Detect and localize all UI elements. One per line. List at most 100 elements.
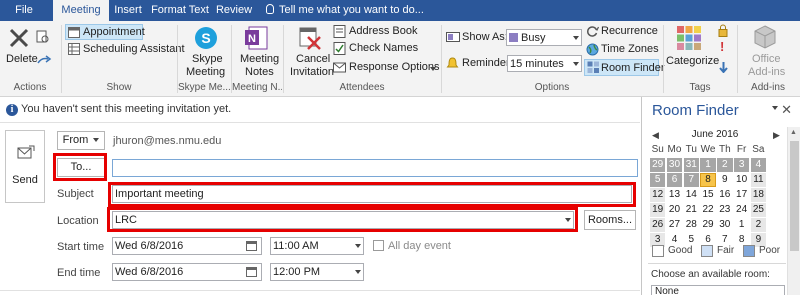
calendar-week: 19 20 21 22 23 24 25 [650,203,782,218]
calendar-day[interactable]: 2 [717,158,733,172]
calendar-day[interactable]: 26 [650,218,666,232]
calendar-day[interactable]: 23 [717,203,733,217]
start-time-field[interactable]: 11:00 AM [270,237,364,255]
calendar-day[interactable]: 1 [700,158,716,172]
delete-x-icon [9,28,29,48]
calendar-day-header: Mo [667,144,682,155]
start-time-value: 11:00 AM [273,240,319,252]
calendar-day[interactable]: 22 [700,203,716,217]
start-date-value: Wed 6/8/2016 [115,240,184,252]
tab-review[interactable]: Review [214,0,254,21]
calendar-day-selected[interactable]: 8 [700,173,716,187]
reminder-label: Reminder: [462,57,513,69]
calendar-day[interactable]: 30 [666,158,683,172]
calendar-day[interactable]: 15 [700,188,716,202]
check-names-icon [333,42,346,55]
calendar-day[interactable]: 29 [700,218,716,232]
tab-meeting[interactable]: Meeting [53,0,109,21]
calendar-day[interactable]: 28 [683,218,699,232]
info-icon: i [6,104,18,116]
private-lock-icon[interactable] [718,24,728,37]
to-field[interactable] [112,159,638,177]
end-time-field[interactable]: 12:00 PM [270,263,364,281]
tab-insert[interactable]: Insert [111,0,145,21]
end-date-field[interactable]: Wed 6/8/2016 [112,263,262,281]
calendar-day[interactable]: 6 [666,173,683,187]
next-month-icon[interactable]: ▶ [773,128,780,142]
calendar-day[interactable]: 4 [750,158,767,172]
subject-field[interactable]: Important meeting [112,185,632,203]
show-as-label: Show As: [462,31,508,43]
from-address: jhuron@mes.nmu.edu [113,135,222,147]
calendar-day[interactable]: 5 [650,173,666,187]
calendar-day[interactable]: 18 [750,188,767,202]
start-date-field[interactable]: Wed 6/8/2016 [112,237,262,255]
to-button[interactable]: To... [57,158,105,177]
calendar-day[interactable]: 11 [750,173,767,187]
send-button[interactable]: Send [5,130,45,203]
calendar-day[interactable]: 2 [750,218,767,232]
tab-file[interactable]: File [6,0,42,21]
group-label-meeting-notes: Meeting N... [232,82,282,93]
office-addins-line2: Add-ins [748,66,786,78]
end-time-label: End time [57,267,101,279]
scrollbar-thumb[interactable] [790,141,799,251]
skype-label-line2: Meeting [186,66,226,78]
room-select[interactable]: None [651,285,785,295]
delete-label: Delete [6,53,38,65]
location-field[interactable]: LRC [112,211,574,229]
calendar-day[interactable]: 19 [650,203,666,217]
calendar-day[interactable]: 14 [683,188,699,202]
start-calendar-icon[interactable] [246,241,257,251]
rooms-button[interactable]: Rooms... [584,210,636,230]
choose-room-label: Choose an available room: [651,269,770,280]
reminder-select[interactable]: 15 minutes [507,55,582,72]
pane-scrollbar[interactable]: ▲ [787,127,800,295]
skype-label-line1: Skype [192,53,223,65]
calendar-day[interactable]: 13 [666,188,683,202]
calendar-day[interactable]: 21 [683,203,699,217]
calendar-day[interactable]: 9 [717,173,733,187]
calendar-day[interactable]: 12 [650,188,666,202]
legend-good-label: Good [668,245,693,256]
low-importance-icon[interactable] [719,61,728,73]
calendar-day[interactable]: 30 [717,218,733,232]
calendar-day[interactable]: 31 [683,158,699,172]
calendar-day[interactable]: 10 [733,173,750,187]
categorize-label: Categorize [666,55,720,67]
calendar-day[interactable]: 3 [733,158,750,172]
ribbon: Delete Actions Appointment Scheduling As… [0,21,800,97]
scroll-up-icon[interactable]: ▲ [790,129,797,136]
from-dropdown-icon [93,138,100,142]
calendar-day[interactable]: 25 [750,203,767,217]
calendar-day[interactable]: 17 [733,188,750,202]
show-as-select[interactable]: Busy [506,29,582,46]
forward-icon[interactable] [36,55,54,67]
legend-poor-swatch [743,245,755,257]
calendar-day[interactable]: 29 [650,158,666,172]
tab-format-text[interactable]: Format Text [150,0,210,21]
pane-close-icon[interactable]: ✕ [781,102,792,118]
find-icon[interactable] [36,30,50,44]
all-day-checkbox[interactable] [373,240,384,251]
calendar-month: June 2016 [691,129,739,140]
pane-options-icon[interactable] [772,106,778,110]
calendar-day[interactable]: 16 [717,188,733,202]
calendar-day[interactable]: 20 [666,203,683,217]
group-label-options: Options [534,82,570,93]
calendar-day-header: We [700,144,716,155]
show-as-dropdown-icon [573,36,579,40]
calendar-day[interactable]: 7 [683,173,699,187]
tell-me-search[interactable]: Tell me what you want to do... [266,0,424,21]
calendar-day[interactable]: 1 [733,218,750,232]
high-importance-icon[interactable]: ! [720,39,724,54]
legend-fair-swatch [701,245,713,257]
calendar-day[interactable]: 24 [733,203,750,217]
end-calendar-icon[interactable] [246,267,257,277]
group-label-tags: Tags [689,82,711,93]
calendar-day[interactable]: 27 [666,218,683,232]
calendar-week: 12 13 14 15 16 17 18 [650,188,782,203]
start-time-dropdown-icon [355,244,361,248]
from-button[interactable]: From [57,131,105,150]
calendar-week: 26 27 28 29 30 1 2 [650,218,782,233]
